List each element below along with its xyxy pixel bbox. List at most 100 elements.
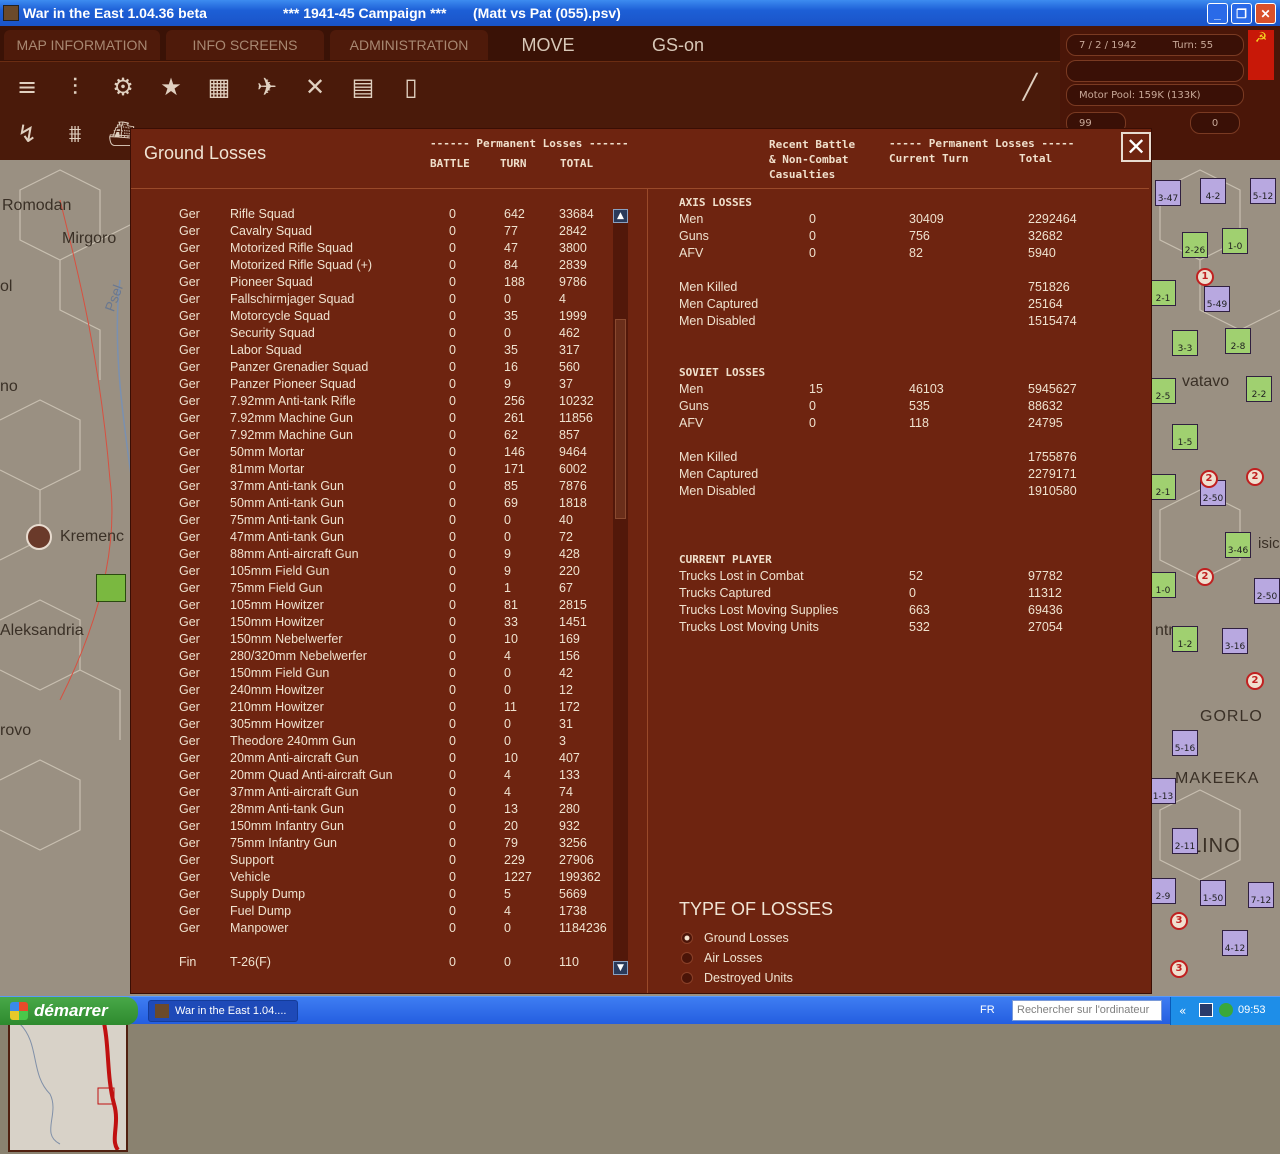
soviet-unit-counter[interactable]: 4-2 bbox=[1200, 178, 1226, 204]
soviet-unit-counter[interactable]: 2-9 bbox=[1150, 878, 1176, 904]
close-icon[interactable]: ✕ bbox=[1121, 132, 1151, 162]
soviet-unit-counter[interactable]: 3-16 bbox=[1222, 628, 1248, 654]
equipment-cell: 75mm Infantry Gun bbox=[230, 836, 337, 850]
soviet-unit-marker[interactable]: 2 bbox=[1196, 568, 1214, 586]
radio-air-losses[interactable]: Air Losses bbox=[681, 949, 762, 967]
soviet-unit-counter[interactable]: 2-50 bbox=[1254, 578, 1280, 604]
soviet-unit-counter[interactable]: 5-49 bbox=[1204, 286, 1230, 312]
path-icon[interactable]: ↯ bbox=[9, 116, 45, 152]
counter-field[interactable]: 0 bbox=[1190, 112, 1240, 134]
soviet-unit-marker[interactable]: 2 bbox=[1200, 470, 1218, 488]
start-button[interactable]: démarrer bbox=[0, 997, 138, 1025]
equipment-cell: 150mm Infantry Gun bbox=[230, 819, 344, 833]
equipment-cell: Support bbox=[230, 853, 274, 867]
security-icon[interactable] bbox=[1219, 1003, 1233, 1017]
tab-info-screens[interactable]: INFO SCREENS bbox=[166, 30, 324, 60]
battle-cell: 0 bbox=[449, 309, 456, 323]
taskbar-item-label: War in the East 1.04.... bbox=[175, 1005, 287, 1017]
tray-arrow-icon[interactable]: « bbox=[1179, 1004, 1186, 1018]
total-cell: 462 bbox=[559, 326, 580, 340]
soviet-unit-counter[interactable]: 5-12 bbox=[1250, 178, 1276, 204]
soviet-unit-counter[interactable]: 2-11 bbox=[1172, 828, 1198, 854]
soviet-unit-counter[interactable]: 2-8 bbox=[1225, 328, 1251, 354]
minimize-button[interactable]: _ bbox=[1207, 3, 1228, 24]
soviet-unit-marker[interactable]: 2 bbox=[1246, 468, 1264, 486]
recent-cell: 15 bbox=[809, 382, 823, 396]
current-turn-cell: 756 bbox=[909, 229, 930, 243]
window-close-button[interactable]: ✕ bbox=[1255, 3, 1276, 24]
soviet-unit-marker[interactable]: 2 bbox=[1246, 672, 1264, 690]
rail-icon[interactable]: ✕ bbox=[297, 69, 333, 105]
unit-strength-icon[interactable]: ⫶ bbox=[57, 69, 93, 105]
equipment-cell: Fuel Dump bbox=[230, 904, 292, 918]
supply-icon[interactable]: ▦ bbox=[201, 69, 237, 105]
soviet-unit-counter[interactable]: 2-2 bbox=[1246, 376, 1272, 402]
soviet-unit-counter[interactable]: 4-12 bbox=[1222, 930, 1248, 956]
rail-track-icon[interactable]: ⩩ bbox=[57, 116, 93, 152]
soviet-unit-counter[interactable]: 3-3 bbox=[1172, 330, 1198, 356]
current-turn-cell: 52 bbox=[909, 569, 923, 583]
soviet-unit-marker[interactable]: 1 bbox=[1196, 268, 1214, 286]
equipment-cell: Vehicle bbox=[230, 870, 271, 884]
total-cell: 5940 bbox=[1028, 246, 1056, 260]
gs-on-toggle[interactable]: GS-on bbox=[630, 30, 726, 60]
search-input[interactable]: Rechercher sur l'ordinateur bbox=[1012, 1000, 1162, 1021]
radio-dot-icon bbox=[681, 932, 693, 944]
soviet-unit-marker[interactable]: 3 bbox=[1170, 912, 1188, 930]
air-icon[interactable]: ✈ bbox=[249, 69, 285, 105]
battle-cell: 0 bbox=[449, 258, 456, 272]
soviet-unit-counter[interactable]: 1-0 bbox=[1222, 228, 1248, 254]
category-cell: Men bbox=[679, 382, 704, 396]
total-cell: 33684 bbox=[559, 207, 594, 221]
category-cell: Men bbox=[679, 212, 704, 226]
scroll-up-icon[interactable]: ▲ bbox=[613, 209, 628, 223]
soviet-unit-counter[interactable]: 1-2 bbox=[1172, 626, 1198, 652]
nation-cell: Ger bbox=[179, 751, 200, 765]
network-icon[interactable] bbox=[1199, 1003, 1213, 1017]
soviet-unit-counter[interactable]: 3-46 bbox=[1225, 532, 1251, 558]
total-cell: 317 bbox=[559, 343, 580, 357]
total-cell: 407 bbox=[559, 751, 580, 765]
battle-cell: 0 bbox=[449, 904, 456, 918]
tab-map-information[interactable]: MAP INFORMATION bbox=[4, 30, 160, 60]
radio-ground-losses[interactable]: Ground Losses bbox=[681, 929, 789, 947]
nation-cell: Ger bbox=[179, 479, 200, 493]
recent-cell: 0 bbox=[809, 416, 816, 430]
door-icon[interactable]: ▯ bbox=[393, 69, 429, 105]
turn-cell: 81 bbox=[504, 598, 518, 612]
gear-icon[interactable]: ⚙ bbox=[105, 69, 141, 105]
taskbar-item-war-in-the-east[interactable]: War in the East 1.04.... bbox=[148, 1000, 298, 1022]
soviet-unit-counter[interactable]: 2-1 bbox=[1150, 280, 1176, 306]
unit-counter[interactable] bbox=[96, 574, 126, 602]
soviet-unit-counter[interactable]: 1-0 bbox=[1150, 572, 1176, 598]
language-indicator[interactable]: FR bbox=[980, 1004, 995, 1016]
soviet-unit-counter[interactable]: 2-1 bbox=[1150, 474, 1176, 500]
tab-administration[interactable]: ADMINISTRATION bbox=[330, 30, 488, 60]
move-mode-button[interactable]: MOVE bbox=[500, 30, 596, 60]
soviet-unit-counter[interactable]: 3-47 bbox=[1155, 180, 1181, 206]
soviet-unit-counter[interactable]: 1-13 bbox=[1150, 778, 1176, 804]
app-icon-small bbox=[155, 1004, 169, 1018]
stack-icon[interactable]: ≡ bbox=[9, 69, 45, 105]
soviet-unit-counter[interactable]: 2-5 bbox=[1150, 378, 1176, 404]
column-divider bbox=[647, 188, 648, 993]
windows-logo-icon bbox=[10, 1002, 28, 1020]
soviet-unit-counter[interactable]: 1-5 bbox=[1172, 424, 1198, 450]
soviet-unit-counter[interactable]: 5-16 bbox=[1172, 730, 1198, 756]
equipment-cell: 50mm Mortar bbox=[230, 445, 305, 459]
pencil-icon[interactable]: ╱ bbox=[1012, 69, 1048, 105]
soviet-unit-counter[interactable]: 2-26 bbox=[1182, 232, 1208, 258]
radio-destroyed-units[interactable]: Destroyed Units bbox=[681, 969, 793, 987]
battle-cell: 0 bbox=[449, 343, 456, 357]
scroll-thumb[interactable] bbox=[615, 319, 626, 519]
turn-cell: 9 bbox=[504, 547, 511, 561]
soviet-unit-counter[interactable]: 1-50 bbox=[1200, 880, 1226, 906]
star-icon[interactable]: ★ bbox=[153, 69, 189, 105]
soviet-unit-marker[interactable]: 3 bbox=[1170, 960, 1188, 978]
scrollbar[interactable]: ▲ ▼ bbox=[613, 209, 628, 975]
fuel-icon[interactable]: ▤ bbox=[345, 69, 381, 105]
soviet-unit-counter[interactable]: 7-12 bbox=[1248, 882, 1274, 908]
map-label-gorlovka: GORLO bbox=[1200, 708, 1263, 725]
scroll-down-icon[interactable]: ▼ bbox=[613, 961, 628, 975]
maximize-button[interactable]: ❐ bbox=[1231, 3, 1252, 24]
